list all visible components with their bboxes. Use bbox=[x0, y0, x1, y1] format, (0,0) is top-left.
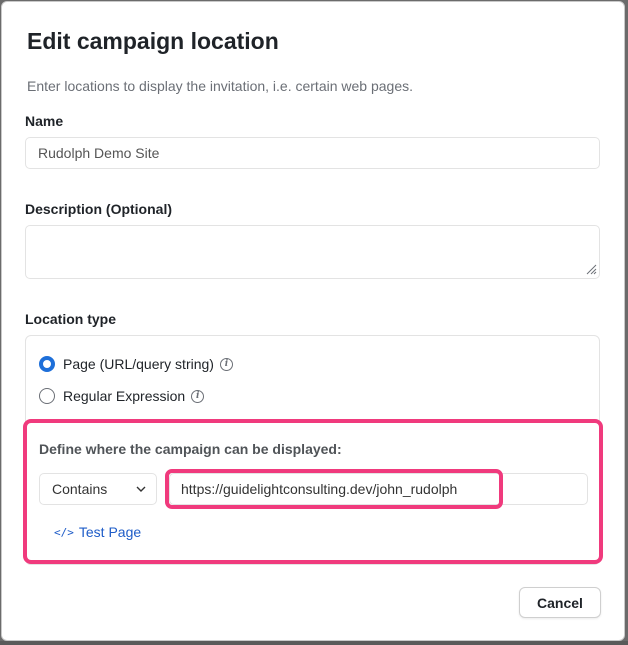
name-label: Name bbox=[25, 113, 64, 129]
description-input[interactable] bbox=[25, 225, 600, 279]
define-label: Define where the campaign can be display… bbox=[39, 441, 342, 457]
code-icon: </> bbox=[54, 525, 74, 539]
test-page-label: Test Page bbox=[78, 524, 142, 540]
chevron-down-icon bbox=[136, 486, 146, 492]
cancel-button[interactable]: Cancel bbox=[519, 587, 601, 618]
dialog-subtitle: Enter locations to display the invitatio… bbox=[27, 78, 413, 94]
test-page-link[interactable]: </> Test Page bbox=[54, 524, 141, 540]
name-input[interactable] bbox=[25, 137, 600, 169]
match-type-select[interactable]: Contains bbox=[39, 473, 157, 505]
radio-regex-label: Regular Expression bbox=[63, 388, 186, 404]
background-strip bbox=[0, 641, 628, 645]
radio-regex[interactable] bbox=[39, 388, 55, 404]
radio-option-regex[interactable]: Regular Expression i bbox=[39, 388, 205, 404]
location-type-label: Location type bbox=[25, 311, 117, 327]
resize-handle-icon[interactable] bbox=[586, 264, 597, 275]
info-icon[interactable]: i bbox=[219, 357, 233, 371]
dialog-title: Edit campaign location bbox=[27, 28, 279, 54]
radio-page-label: Page (URL/query string) bbox=[63, 356, 214, 372]
description-label: Description (Optional) bbox=[25, 201, 172, 217]
radio-option-page[interactable]: Page (URL/query string) i bbox=[39, 356, 233, 372]
url-highlight-box bbox=[165, 469, 503, 509]
match-type-value: Contains bbox=[52, 481, 108, 497]
radio-page-checked[interactable] bbox=[39, 356, 55, 372]
info-icon[interactable]: i bbox=[191, 389, 205, 403]
